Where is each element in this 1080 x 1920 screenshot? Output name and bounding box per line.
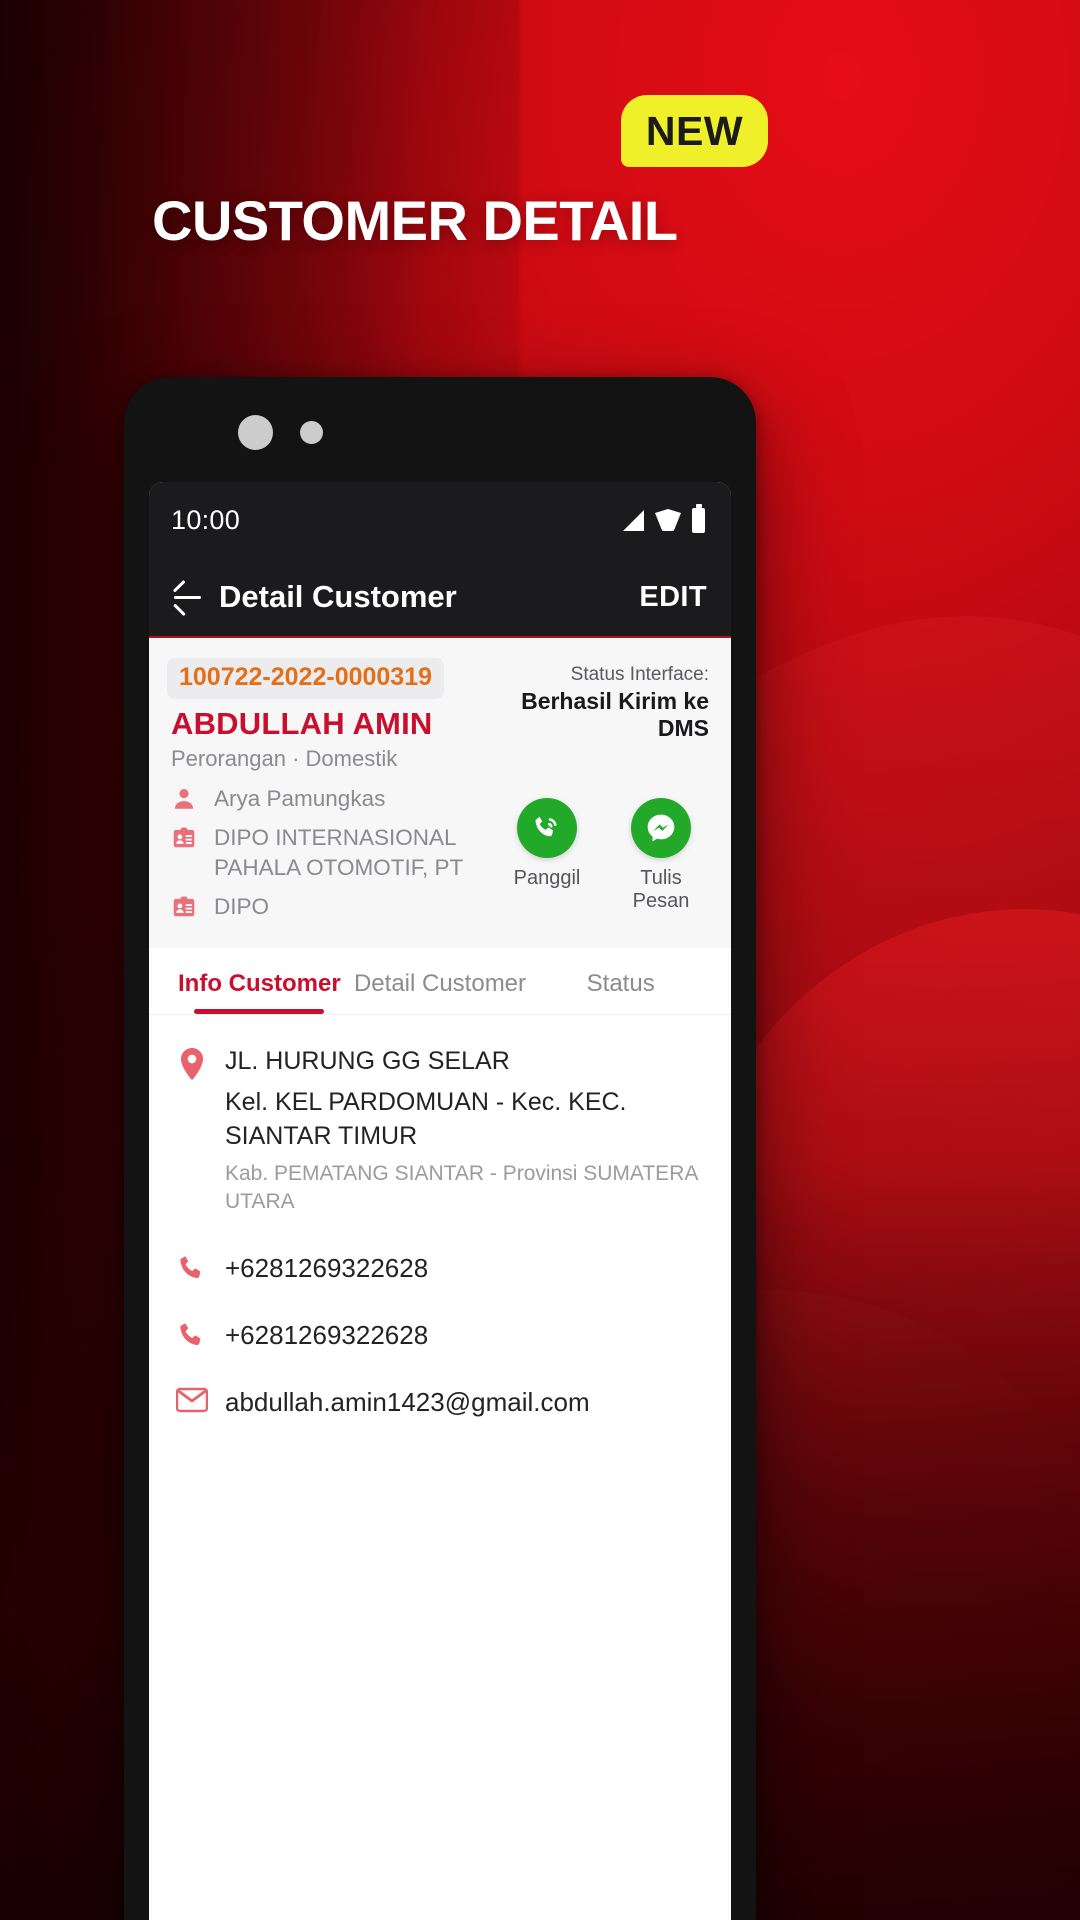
info-row-text: Arya Pamungkas [214, 786, 386, 811]
gmail-icon [173, 1385, 211, 1413]
messenger-icon[interactable] [631, 798, 691, 858]
tab-bar: Info Customer Detail Customer Status [149, 947, 731, 1015]
customer-identity: 100722-2022-0000319 ABDULLAH AMIN Perora… [167, 658, 479, 772]
status-icons [623, 503, 705, 533]
phone-screen: 10:00 Detail Customer EDIT 100722-2022-0… [149, 482, 731, 1920]
customer-header-body: Arya Pamungkas DIPO INTERNASIONAL PAHALA… [171, 784, 709, 922]
status-interface-block: Status Interface: Berhasil Kirim ke DMS [479, 658, 709, 742]
screen-content: 100722-2022-0000319 ABDULLAH AMIN Perora… [149, 638, 731, 1920]
tab-status[interactable]: Status [530, 948, 711, 1014]
customer-info-rows: Arya Pamungkas DIPO INTERNASIONAL PAHALA… [171, 784, 503, 922]
poster-stage: NEW CUSTOMER DETAIL 10:00 Detail Custome… [0, 0, 1080, 1920]
wifi-icon [655, 509, 681, 531]
message-action-label: Tulis Pesan [632, 867, 690, 912]
status-time: 10:00 [171, 504, 241, 535]
customer-id-badge: 100722-2022-0000319 [167, 658, 445, 699]
app-bar: Detail Customer EDIT [149, 558, 731, 638]
status-interface-value: Berhasil Kirim ke DMS [521, 688, 709, 741]
new-badge: NEW [621, 95, 768, 167]
message-action[interactable]: Tulis Pesan [617, 798, 705, 913]
tab-detail-customer[interactable]: Detail Customer [350, 948, 531, 1014]
address-body: JL. HURUNG GG SELAR Kel. KEL PARDOMUAN -… [225, 1045, 707, 1217]
edit-button[interactable]: EDIT [639, 581, 707, 614]
phone-icon [173, 1318, 211, 1350]
phone-primary-value: +6281269322628 [225, 1252, 429, 1283]
tab-info-customer[interactable]: Info Customer [169, 948, 350, 1014]
phone-icon [173, 1251, 211, 1283]
camera-sensor-icon [300, 421, 323, 444]
id-card-icon [171, 823, 201, 851]
status-bar: 10:00 [149, 482, 731, 558]
info-row: DIPO INTERNASIONAL PAHALA OTOMOTIF, PT [171, 823, 503, 883]
info-row: Arya Pamungkas [171, 784, 503, 814]
info-row-text: DIPO [214, 893, 270, 919]
person-icon [171, 784, 201, 812]
phone-call-icon[interactable] [517, 798, 577, 858]
location-pin-icon [173, 1045, 211, 1083]
address-row: JL. HURUNG GG SELAR Kel. KEL PARDOMUAN -… [173, 1045, 707, 1217]
back-arrow-icon[interactable] [171, 580, 205, 617]
customer-header-card: 100722-2022-0000319 ABDULLAH AMIN Perora… [149, 638, 731, 948]
battery-icon [692, 503, 705, 533]
customer-header-top: 100722-2022-0000319 ABDULLAH AMIN Perora… [167, 658, 709, 772]
app-bar-title: Detail Customer [219, 579, 457, 614]
page-title: CUSTOMER DETAIL [152, 189, 678, 252]
email-row[interactable]: abdullah.amin1423@gmail.com [173, 1385, 707, 1418]
address-line-2: Kel. KEL PARDOMUAN - Kec. KEC. SIANTAR T… [225, 1088, 627, 1151]
call-action[interactable]: Panggil [503, 798, 591, 913]
customer-type: Perorangan · Domestik [171, 746, 398, 771]
address-line-1: JL. HURUNG GG SELAR [225, 1046, 510, 1075]
status-interface-label: Status Interface: [570, 664, 709, 685]
address-line-3: Kab. PEMATANG SIANTAR - Provinsi SUMATER… [225, 1161, 698, 1214]
id-card-icon [171, 892, 201, 920]
contact-actions: Panggil Tulis Pesan [503, 784, 709, 913]
info-customer-list: JL. HURUNG GG SELAR Kel. KEL PARDOMUAN -… [149, 1014, 731, 1920]
phone-secondary-value: +6281269322628 [225, 1319, 429, 1350]
info-row: DIPO [171, 892, 503, 922]
email-value: abdullah.amin1423@gmail.com [225, 1386, 590, 1417]
info-row-text: DIPO INTERNASIONAL PAHALA OTOMOTIF, PT [214, 824, 464, 880]
phone-secondary-row[interactable]: +6281269322628 [173, 1318, 707, 1351]
signal-icon [623, 509, 644, 531]
camera-lens-icon [238, 415, 273, 450]
phone-primary-row[interactable]: +6281269322628 [173, 1251, 707, 1284]
customer-name: ABDULLAH AMIN [171, 706, 433, 741]
call-action-label: Panggil [513, 867, 581, 889]
